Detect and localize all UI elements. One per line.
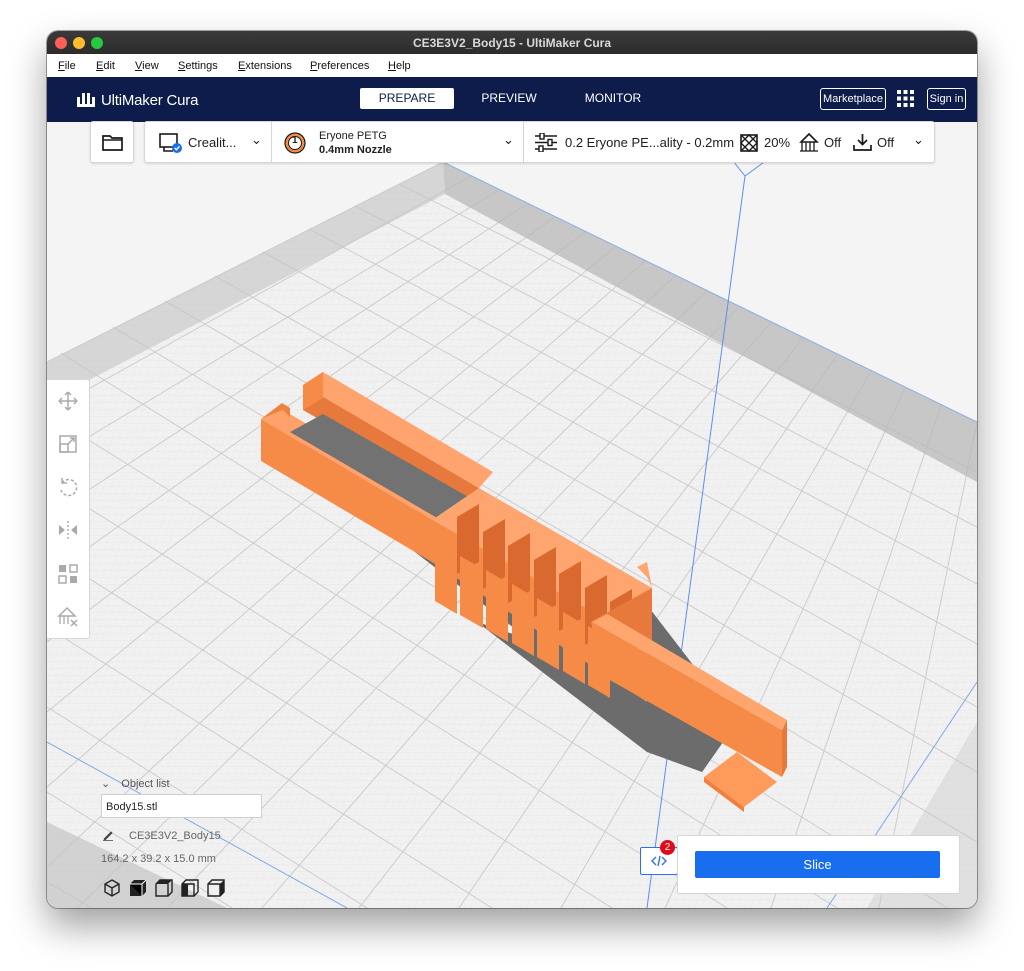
code-icon (651, 855, 667, 867)
marketplace-button[interactable]: Marketplace (820, 88, 886, 110)
ultimaker-logo-icon (77, 93, 95, 107)
mirror-tool-icon[interactable] (56, 518, 80, 542)
window-title: CE3E3V2_Body15 - UltiMaker Cura (412, 36, 612, 50)
logo-text: UltiMaker Cura (101, 91, 199, 109)
move-tool-icon[interactable] (56, 389, 80, 413)
messages-count-badge: 2 (660, 840, 675, 855)
menu-edit[interactable]: Edit (96, 60, 115, 72)
sign-in-button[interactable]: Sign in (927, 88, 966, 110)
print-setup-bar: Crealit... ⌄ 1 Eryone PETG 0.4mm Nozzle … (144, 121, 935, 163)
printer-name: Crealit... (188, 135, 237, 150)
infill-icon (740, 134, 758, 152)
material-selector[interactable]: 1 Eryone PETG 0.4mm Nozzle ⌄ (272, 122, 523, 162)
chevron-down-icon: ⌄ (913, 132, 924, 147)
build-plate-scene (47, 122, 977, 908)
chevron-down-icon: ⌄ (503, 132, 514, 147)
support-value: Off (824, 135, 842, 150)
view-top-icon[interactable] (155, 879, 173, 897)
title-bar: CE3E3V2_Body15 - UltiMaker Cura (47, 31, 977, 54)
model-dimensions: 164.2 x 39.2 x 15.0 mm (101, 853, 216, 865)
transform-toolbar (47, 379, 90, 639)
profile-name: 0.2 Eryone PE...ality - 0.2mm (565, 135, 735, 150)
rotate-tool-icon[interactable] (56, 475, 80, 499)
tab-prepare[interactable]: PREPARE (360, 88, 454, 109)
settings-sliders-icon (535, 133, 557, 152)
view-3d-icon[interactable] (103, 879, 121, 897)
extruder-number: 1 (292, 135, 298, 146)
view-right-icon[interactable] (207, 879, 225, 897)
action-panel: Slice (677, 835, 960, 894)
open-file-button[interactable] (90, 121, 134, 163)
infill-value: 20% (764, 135, 791, 150)
chevron-down-icon: ⌄ (101, 778, 111, 790)
material-name: Eryone PETG (319, 130, 387, 142)
print-settings-selector[interactable]: 0.2 Eryone PE...ality - 0.2mm 20% Off Of… (524, 122, 933, 162)
build-plate-viewport[interactable] (47, 122, 977, 908)
chevron-down-icon: ⌄ (251, 132, 262, 147)
support-blocker-icon[interactable] (56, 605, 80, 629)
menu-help[interactable]: Help (388, 60, 411, 72)
adhesion-value: Off (877, 135, 895, 150)
per-model-settings-icon[interactable] (56, 562, 80, 586)
printer-selector[interactable]: Crealit... ⌄ (145, 122, 271, 162)
menu-view[interactable]: View (135, 60, 159, 72)
menu-bar: File Edit View Settings Extensions Prefe… (47, 54, 977, 77)
object-list-item[interactable]: Body15.stl (101, 794, 262, 818)
adhesion-icon (853, 134, 872, 151)
nozzle-size: 0.4mm Nozzle (319, 144, 392, 156)
view-left-icon[interactable] (181, 879, 199, 897)
tab-preview[interactable]: PREVIEW (467, 88, 551, 109)
folder-icon (102, 135, 123, 151)
tab-monitor[interactable]: MONITOR (567, 88, 659, 109)
app-header: UltiMaker Cura PREPARE PREVIEW MONITOR M… (47, 77, 977, 122)
menu-file[interactable]: File (58, 60, 76, 72)
menu-extensions[interactable]: Extensions (238, 60, 292, 72)
object-list-header: Object list (121, 778, 170, 790)
scale-tool-icon[interactable] (56, 432, 80, 456)
menu-settings[interactable]: Settings (178, 60, 218, 72)
view-front-icon[interactable] (129, 879, 147, 897)
ultimaker-logo: UltiMaker Cura (77, 90, 198, 110)
apps-grid-icon[interactable] (897, 90, 914, 107)
cura-window: CE3E3V2_Body15 - UltiMaker Cura File Edi… (47, 31, 977, 908)
project-name: CE3E3V2_Body15 (129, 830, 221, 842)
menu-preferences[interactable]: Preferences (310, 60, 369, 72)
edit-pencil-icon[interactable] (102, 829, 114, 841)
slice-button[interactable]: Slice (695, 851, 940, 878)
object-list-toggle[interactable]: ⌄ Object list (101, 777, 170, 790)
support-icon (799, 133, 819, 152)
printer-connected-icon (159, 133, 182, 153)
